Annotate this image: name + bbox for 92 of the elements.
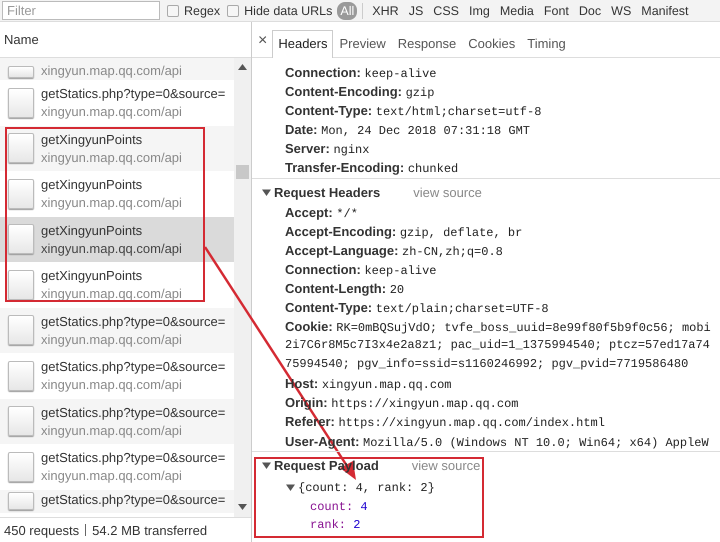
header-line: Accept-Encoding: gzip, deflate, br <box>284 222 524 241</box>
request-row[interactable]: getStatics.php?type=0&source= xingyun.map.qq.com/api <box>0 353 234 398</box>
header-line: Server: nginx <box>284 140 370 158</box>
view-source-link[interactable]: view source <box>412 458 480 474</box>
header-line: Content-Encoding: gzip <box>284 83 436 102</box>
type-filter-button[interactable]: Doc <box>576 2 604 20</box>
file-icon <box>8 66 34 78</box>
request-name: getStatics.php?type=0&source= <box>41 450 226 466</box>
file-icon <box>8 270 34 300</box>
detail-tab[interactable]: Timing <box>521 30 572 58</box>
request-row[interactable]: getXingyunPoints xingyun.map.qq.com/api <box>0 126 234 171</box>
request-name: getXingyunPoints <box>41 222 144 238</box>
checkbox[interactable] <box>167 4 179 16</box>
header-line: Content-Length: 20 <box>284 280 406 298</box>
type-filter-button[interactable]: Manifest <box>638 2 692 20</box>
file-icon <box>8 133 34 164</box>
header-line: Accept: */* <box>284 204 359 222</box>
section-title[interactable]: Request Headers <box>274 185 380 200</box>
request-domain: xingyun.map.qq.com/api <box>41 468 183 484</box>
request-row[interactable]: getXingyunPoints xingyun.map.qq.com/api <box>0 262 234 308</box>
request-name: getStatics.php?type=0&source= <box>41 492 226 506</box>
header-line: Transfer-Encoding: chunked <box>284 159 460 178</box>
request-name: getStatics.php?type=0&source= <box>41 86 226 102</box>
type-filter-button[interactable]: Img <box>466 2 493 20</box>
file-icon <box>8 315 34 346</box>
file-icon <box>8 88 34 118</box>
type-filter-button[interactable]: CSS <box>430 2 462 20</box>
type-filter-button[interactable]: WS <box>608 2 634 20</box>
request-name: getStatics.php?type=0&source= <box>41 314 226 329</box>
file-icon <box>8 360 34 391</box>
view-source-link[interactable]: view source <box>413 185 482 200</box>
expand-triangle-icon[interactable] <box>262 188 271 198</box>
file-icon <box>8 492 34 510</box>
header-line: Connection: keep-alive <box>284 260 438 279</box>
request-row[interactable]: getStatics.php?type=0&source= xingyun.map.qq.com/api <box>0 444 234 490</box>
header-line: Content-Type: text/plain;charset=UTF-8 <box>284 299 550 318</box>
payload-property: rank: 2 <box>309 517 362 534</box>
file-icon <box>8 224 34 254</box>
scrollbar[interactable] <box>234 58 251 517</box>
header-line: Cookie: RK=0mBQSujVdO; tvfe_boss_uuid=8e99f80f5b9f0c56; mobi <box>284 318 712 336</box>
request-domain: xingyun.map.qq.com/api <box>41 150 182 165</box>
filter-field[interactable]: Filter <box>2 1 160 20</box>
request-domain: xingyun.map.qq.com/api <box>41 195 182 210</box>
request-domain: xingyun.map.qq.com/api <box>41 422 183 438</box>
request-domain: xingyun.map.qq.com/api <box>41 377 183 392</box>
payload-property: count: 4 <box>309 498 369 516</box>
scroll-up-icon[interactable] <box>238 64 248 70</box>
expand-triangle-icon[interactable] <box>262 461 271 470</box>
request-row[interactable]: getStatics.php?type=0&source= <box>0 490 234 512</box>
detail-tab[interactable]: Headers <box>272 30 334 58</box>
request-domain: xingyun.map.qq.com/api <box>41 286 182 302</box>
file-icon <box>8 406 34 436</box>
request-count: 450 requests <box>4 522 80 538</box>
request-row[interactable]: getXingyunPoints xingyun.map.qq.com/api <box>0 171 234 216</box>
detail-tab[interactable]: Preview <box>333 30 392 58</box>
request-domain: xingyun.map.qq.com/api <box>41 332 183 347</box>
payload-object[interactable]: {count: 4, rank: 2} <box>298 480 435 495</box>
type-filter-button[interactable]: Font <box>540 2 572 20</box>
request-domain: xingyun.map.qq.com/api <box>41 104 183 120</box>
header-value-line: 2i7C6r8M5c7I3x4e2a8z1; pac_uid=1_1375994540; ptcz=57ed17a74 <box>284 337 711 354</box>
expand-triangle-icon[interactable] <box>286 483 295 492</box>
header-line: Accept-Language: zh-CN,zh;q=0.8 <box>284 242 504 260</box>
request-row[interactable]: getXingyunPoints xingyun.map.qq.com/api <box>0 216 234 262</box>
file-icon <box>8 452 34 482</box>
type-filter-button[interactable]: Media <box>496 2 537 20</box>
request-domain: xingyun.map.qq.com/api <box>41 63 182 78</box>
checkbox[interactable] <box>227 4 240 16</box>
header-value-line: 75994540; pgv_info=ssid=s1160246992; pgv_pvid=7719586480 <box>284 356 690 374</box>
close-button[interactable]: × <box>258 32 272 57</box>
request-row[interactable]: getStatics.php?type=0&source= xingyun.map.qq.com/api <box>0 80 234 126</box>
request-name: getStatics.php?type=0&source= <box>41 404 226 420</box>
request-domain: xingyun.map.qq.com/api <box>41 240 182 256</box>
request-name: getXingyunPoints <box>41 177 144 192</box>
request-row[interactable]: getStatics.php?type=0&source= xingyun.map.qq.com/api <box>0 398 234 444</box>
column-header[interactable]: Name <box>4 32 39 47</box>
type-filter-button[interactable]: XHR <box>369 2 402 20</box>
header-line: Date: Mon, 24 Dec 2018 07:31:18 GMT <box>284 121 531 140</box>
scroll-down-icon[interactable] <box>238 504 248 510</box>
request-name: getStatics.php?type=0&source= <box>41 359 226 374</box>
header-line: Connection: keep-alive <box>284 64 438 82</box>
checkbox-label[interactable]: Regex <box>184 4 220 18</box>
request-name: getXingyunPoints <box>41 268 144 284</box>
type-filter-button[interactable]: JS <box>406 2 426 20</box>
file-icon <box>8 178 34 209</box>
request-row[interactable]: getStatics.php?type=0&source= xingyun.map.qq.com/api <box>0 308 234 353</box>
scroll-thumb[interactable] <box>236 165 250 179</box>
header-line: Content-Type: text/html;charset=utf-8 <box>284 102 542 120</box>
detail-tab[interactable]: Response <box>392 30 462 58</box>
request-name: getXingyunPoints <box>41 132 144 147</box>
checkbox-label[interactable]: Hide data URLs <box>244 4 332 18</box>
transferred-size: 54.2 MB transferred <box>92 522 208 538</box>
detail-tab[interactable]: Cookies <box>462 30 522 58</box>
